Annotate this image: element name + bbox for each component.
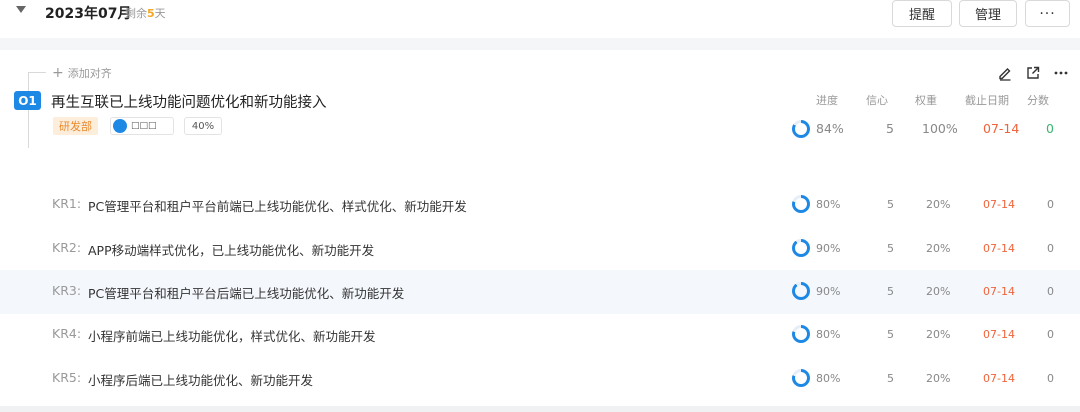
kr-weight: 20% [926,198,951,211]
department-tag: 研发部 [53,117,98,135]
avatar [113,119,127,133]
plus-icon: + [52,64,64,81]
objective-badge: O1 [14,91,41,110]
remain-days-count: 5 [147,7,155,20]
objective-card: + 添加对齐 O1 再生互联已上线功能问题优化和新功能接入 研发部 □□□ 40… [0,50,1080,158]
kr-due-date: 07-14 [983,242,1015,255]
progress-ring-icon [792,325,810,343]
column-header-score: 分数 [1027,94,1049,107]
kr-code: KR3: [52,283,82,298]
remain-suffix: 天 [154,7,166,20]
kr-weight: 20% [926,285,951,298]
kr-progress: 90% [816,242,841,255]
kr-score: 0 [1047,372,1054,385]
kr-weight: 20% [926,372,951,385]
objective-tools [997,65,1069,81]
column-header-confidence: 信心 [866,94,888,107]
kr-score: 0 [1047,328,1054,341]
kr-score: 0 [1047,242,1054,255]
kr-code: KR4: [52,326,82,341]
progress-ring-icon [792,282,810,300]
collapse-caret-icon[interactable] [16,6,26,13]
key-result-row[interactable]: KR4: 小程序前端已上线功能优化，样式优化、新功能开发 80% 5 20% 0… [0,313,1080,357]
kr-code: KR2: [52,240,82,255]
kr-title: PC管理平台和租户平台前端已上线功能优化、样式优化、新功能开发 [88,199,467,214]
kr-confidence: 5 [887,285,894,298]
remind-button[interactable]: 提醒 [892,0,952,27]
edit-icon[interactable] [997,65,1013,81]
alignment-tree-line [28,72,29,148]
kr-code: KR1: [52,196,82,211]
objective-weight: 100% [922,121,958,136]
kr-code: KR5: [52,370,82,385]
more-icon[interactable] [1053,65,1069,81]
kr-title: PC管理平台和租户平台后端已上线功能优化、新功能开发 [88,286,405,301]
more-menu-button[interactable]: ··· [1025,0,1070,27]
owner-chip[interactable]: □□□ [110,117,174,135]
key-result-row[interactable]: KR1: PC管理平台和租户平台前端已上线功能优化、样式优化、新功能开发 80%… [0,183,1080,227]
kr-weight: 20% [926,328,951,341]
month-title: 2023年07月 [45,6,132,22]
key-result-row[interactable]: KR5: 小程序后端已上线功能优化、新功能开发 80% 5 20% 07-14 … [0,357,1080,401]
kr-confidence: 5 [887,372,894,385]
kr-due-date: 07-14 [983,372,1015,385]
kr-due-date: 07-14 [983,198,1015,211]
objective-title[interactable]: 再生互联已上线功能问题优化和新功能接入 [51,91,327,112]
objective-progress: 84% [816,121,844,136]
kr-title: 小程序前端已上线功能优化，样式优化、新功能开发 [88,329,376,344]
kr-confidence: 5 [887,328,894,341]
add-alignment-link[interactable]: + 添加对齐 [52,65,112,81]
kr-due-date: 07-14 [983,328,1015,341]
kr-confidence: 5 [887,242,894,255]
kr-score: 0 [1047,285,1054,298]
objective-score: 0 [1046,121,1054,136]
column-header-weight: 权重 [915,94,937,107]
kr-progress: 90% [816,285,841,298]
key-result-row[interactable]: KR2: APP移动端样式优化，已上线功能优化、新功能开发 90% 5 20% … [0,227,1080,271]
kr-title: 小程序后端已上线功能优化、新功能开发 [88,373,314,388]
alignment-tree-tick [28,72,46,73]
kr-progress: 80% [816,328,841,341]
kr-confidence: 5 [887,198,894,211]
progress-ring-icon [792,120,810,138]
kr-due-date: 07-14 [983,285,1015,298]
column-header-due-date: 截止日期 [965,94,1009,107]
objective-confidence: 5 [886,121,894,136]
kr-score: 0 [1047,198,1054,211]
bottom-divider [0,406,1080,412]
kr-weight: 20% [926,242,951,255]
column-header-progress: 进度 [816,94,838,107]
add-alignment-label: 添加对齐 [67,67,112,80]
progress-ring-icon [792,195,810,213]
kr-progress: 80% [816,372,841,385]
kr-progress: 80% [816,198,841,211]
manage-button[interactable]: 管理 [959,0,1017,27]
owner-name: □□□ [131,121,157,131]
month-header: 2023年07月 剩余5天 提醒 管理 ··· [0,0,1080,30]
section-divider [0,38,1080,50]
progress-ring-icon [792,239,810,257]
open-external-icon[interactable] [1025,65,1041,81]
key-result-row[interactable]: KR3: PC管理平台和租户平台后端已上线功能优化、新功能开发 90% 5 20… [0,270,1080,314]
progress-ring-icon [792,369,810,387]
objective-weight-chip[interactable]: 40% [184,117,222,135]
kr-title: APP移动端样式优化，已上线功能优化、新功能开发 [88,243,375,258]
remain-prefix: 剩余 [125,7,147,20]
objective-due-date: 07-14 [983,121,1020,136]
remaining-days: 剩余5天 [125,5,166,21]
